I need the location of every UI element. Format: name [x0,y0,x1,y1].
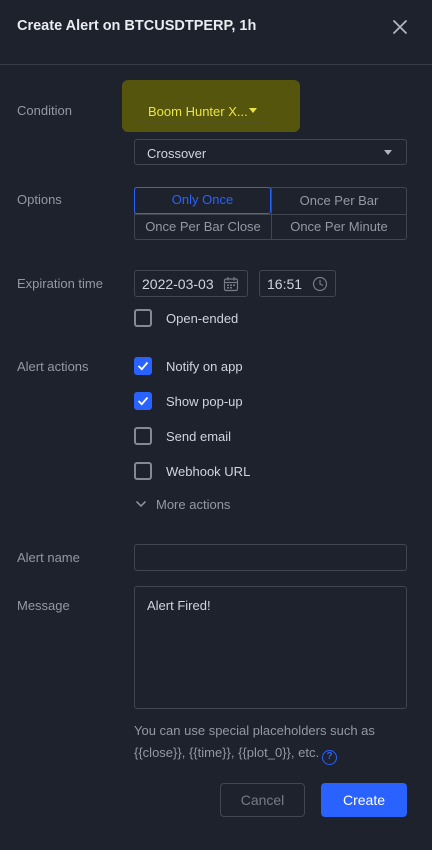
webhook-url-checkbox[interactable] [134,462,152,480]
crossing-select-value: Crossover [147,146,207,161]
crossing-select[interactable]: Crossover [134,139,407,165]
message-textarea[interactable]: Alert Fired! [134,586,407,709]
create-button[interactable]: Create [321,783,407,817]
send-email-checkbox[interactable] [134,427,152,445]
option-once-per-bar[interactable]: Once Per Bar [271,188,407,214]
show-popup-checkbox[interactable] [134,392,152,410]
placeholder-hint-line2: {{close}}, {{time}}, {{plot_0}}, etc.? [134,742,414,765]
indicator-select[interactable]: Boom Hunter X... [135,97,270,123]
expiration-date-input[interactable]: 2022-03-03 [134,270,248,297]
expiration-label: Expiration time [17,276,103,291]
options-label: Options [17,192,62,207]
expiration-time-input[interactable]: 16:51 [259,270,336,297]
condition-label: Condition [17,103,72,118]
checkmark-icon [137,361,149,371]
chevron-down-icon [135,500,147,508]
cancel-button[interactable]: Cancel [220,783,305,817]
more-actions-label: More actions [156,497,231,512]
show-popup-label: Show pop-up [166,394,243,409]
expiration-date-value: 2022-03-03 [142,276,214,292]
send-email-label: Send email [166,429,232,444]
option-once-per-bar-close[interactable]: Once Per Bar Close [135,214,271,240]
options-group: Only Once Once Per Bar Once Per Bar Clos… [134,187,407,240]
webhook-url-label: Webhook URL [166,464,251,479]
chevron-down-icon [384,150,392,155]
notify-on-app-label: Notify on app [166,359,243,374]
alert-name-label: Alert name [17,550,80,565]
help-icon[interactable]: ? [322,750,338,765]
open-ended-label: Open-ended [166,311,239,326]
clock-icon[interactable] [312,276,328,292]
notify-on-app-checkbox[interactable] [134,357,152,375]
indicator-select-value: Boom Hunter X... [148,104,248,119]
dialog-title: Create Alert on BTCUSDTPERP, 1h [17,18,257,34]
placeholder-hint-line1: You can use special placeholders such as [134,723,375,738]
open-ended-checkbox[interactable] [134,309,152,327]
dialog-header: Create Alert on BTCUSDTPERP, 1h [0,0,432,65]
close-icon[interactable] [390,17,410,37]
message-label: Message [17,598,70,613]
placeholder-hint-text: {{close}}, {{time}}, {{plot_0}}, etc. [134,745,320,760]
option-only-once[interactable]: Only Once [134,187,271,214]
more-actions-toggle[interactable]: More actions [134,496,244,512]
alert-name-input[interactable] [134,544,407,571]
calendar-icon[interactable] [223,276,239,292]
chevron-down-icon [249,108,257,113]
placeholder-hint: You can use special placeholders such as… [134,720,414,765]
checkmark-icon [137,396,149,406]
expiration-time-value: 16:51 [267,276,303,292]
alert-actions-label: Alert actions [17,359,89,374]
divider [135,214,406,215]
option-once-per-minute[interactable]: Once Per Minute [271,214,407,240]
